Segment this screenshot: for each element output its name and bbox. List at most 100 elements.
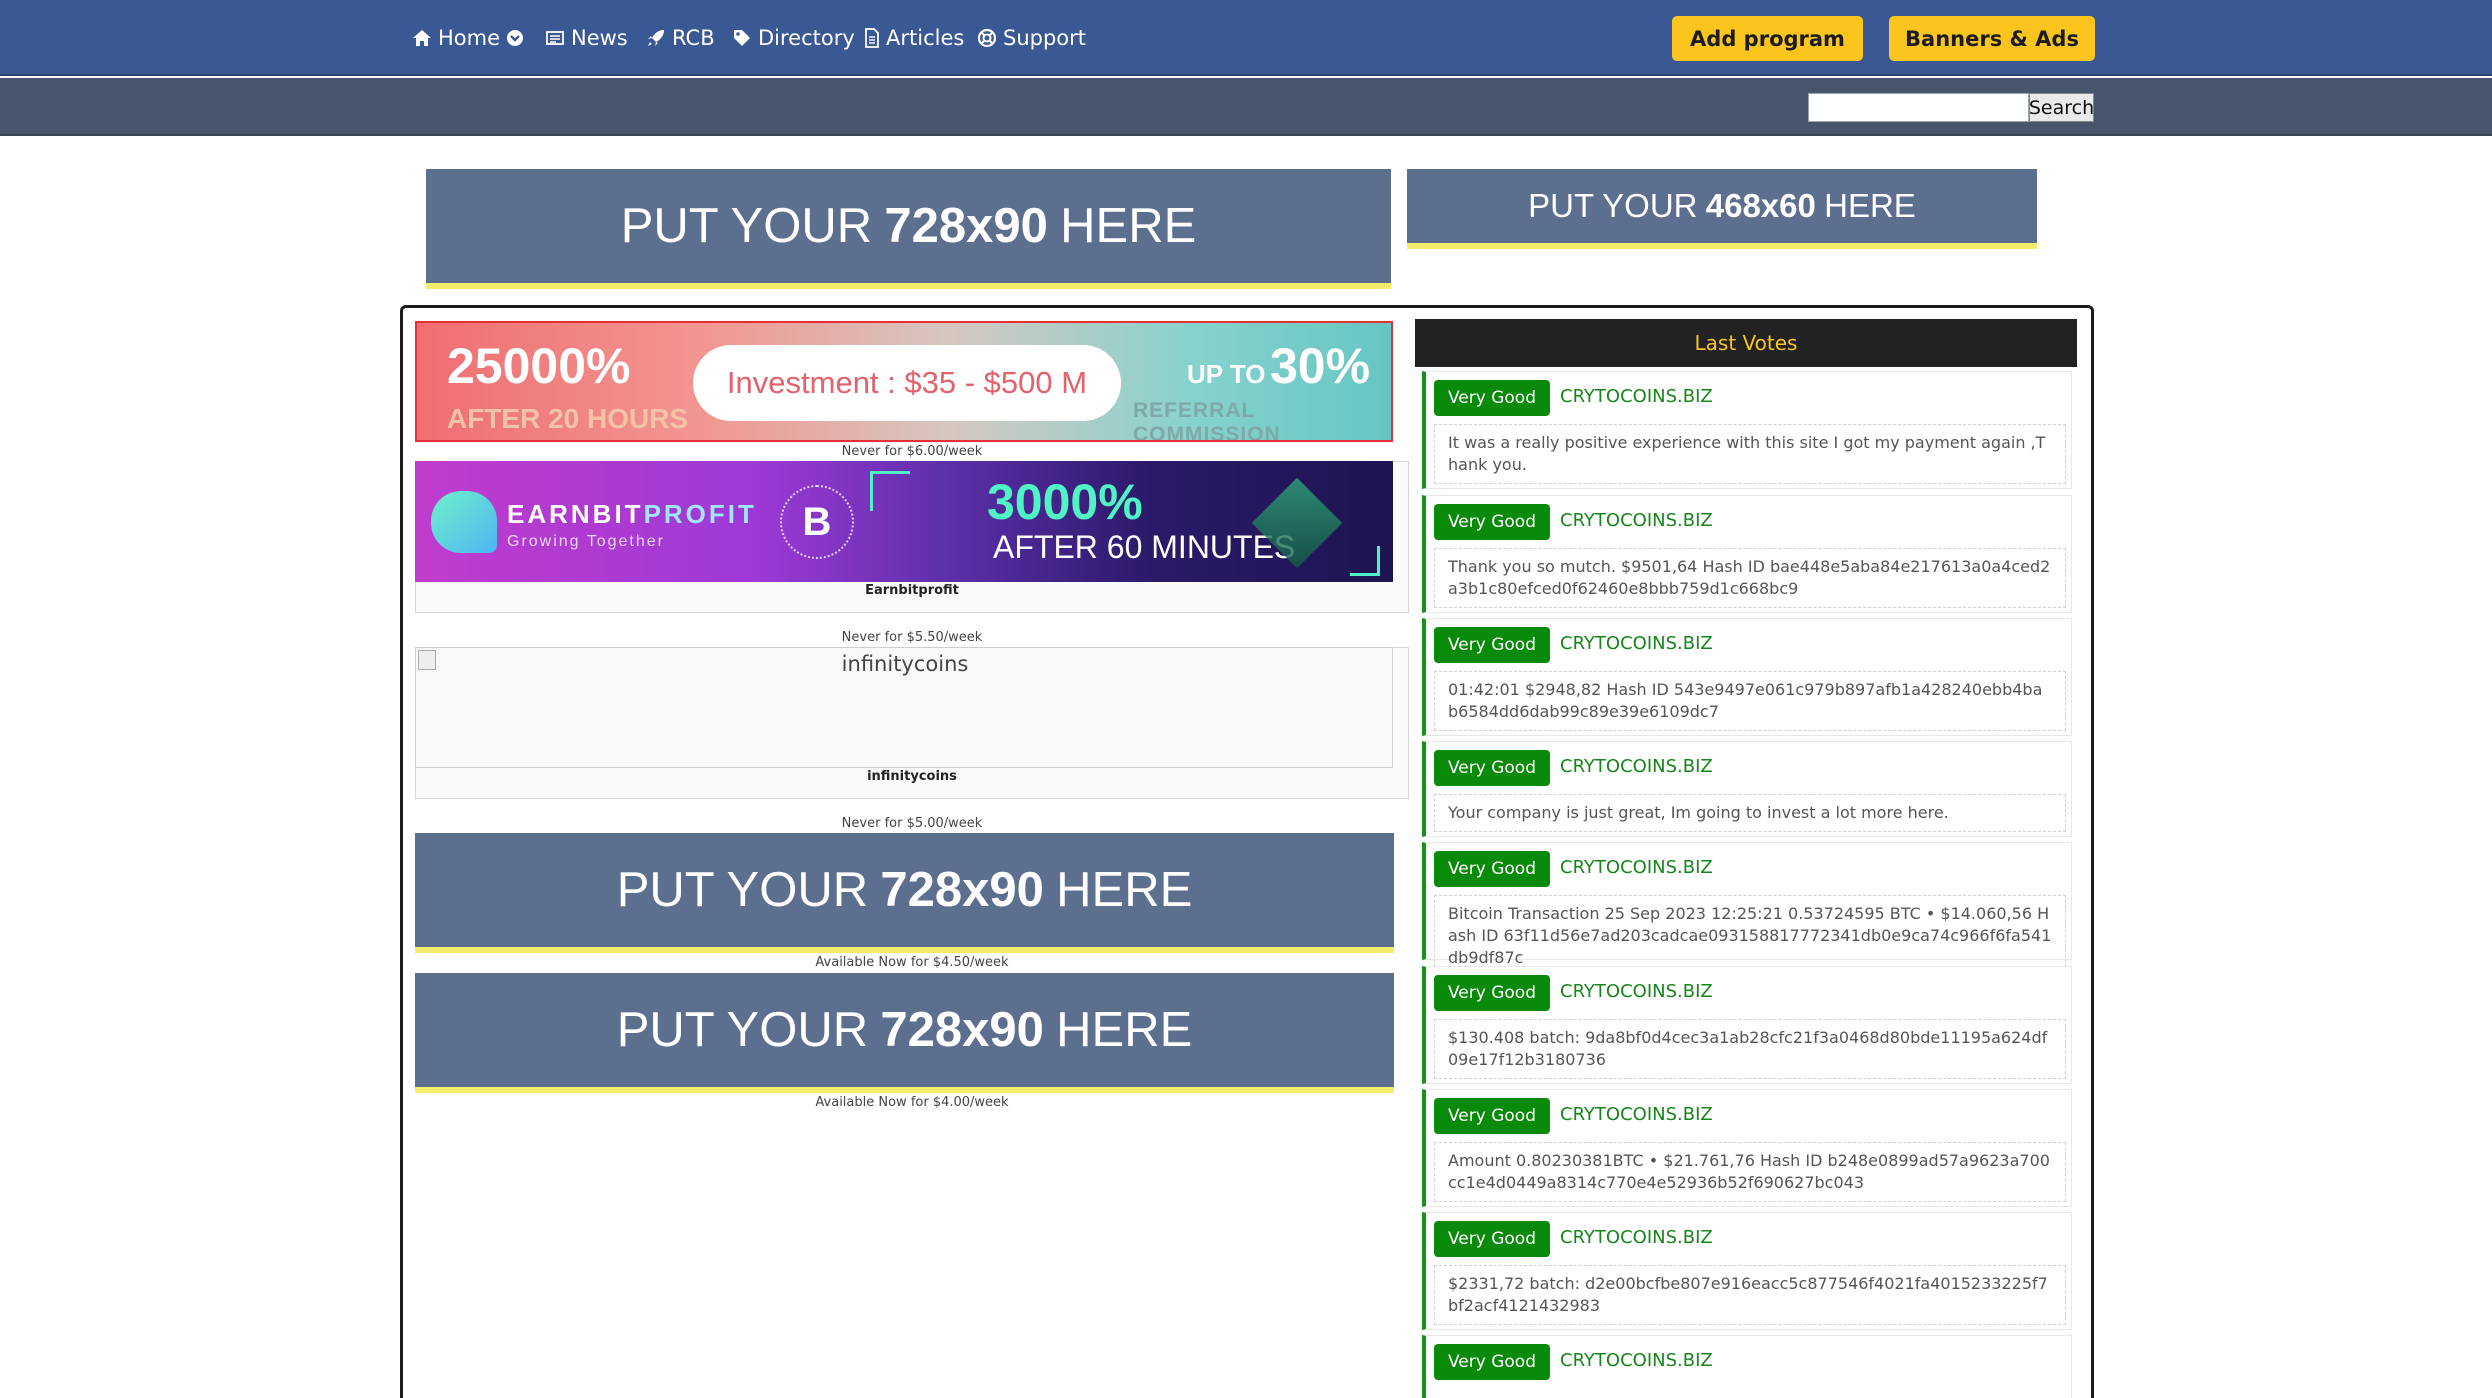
vote-rating-badge: Very Good	[1434, 851, 1550, 887]
nav-support-label: Support	[1003, 26, 1087, 50]
banner-suffix: HERE	[1060, 199, 1197, 253]
vote-rating-badge: Very Good	[1434, 380, 1550, 416]
vote-item: Very Good CRYTOCOINS.BIZ Amount 0.802303…	[1422, 1089, 2072, 1207]
search-bar	[0, 78, 2492, 136]
vote-comment: $2331,72 batch: d2e00bcfbe807e916eacc5c8…	[1434, 1265, 2066, 1325]
ad2-brand-b: PROFIT	[643, 499, 757, 529]
ad3-price: Never for $5.00/week	[841, 816, 983, 831]
ad2-after: AFTER 60 MINUTES	[993, 529, 1296, 565]
nav-support[interactable]: Support	[977, 0, 1086, 76]
banner-size: 728x90	[880, 863, 1044, 917]
ad2-brand-a: EARNBIT	[507, 499, 644, 529]
lifebuoy-icon	[977, 28, 997, 48]
vote-rating-badge: Very Good	[1434, 627, 1550, 663]
vote-item: Very Good CRYTOCOINS.BIZ Thank you so mu…	[1422, 495, 2072, 613]
last-votes-header: Last Votes	[1415, 319, 2077, 367]
nav-directory-label: Directory	[758, 26, 855, 50]
rocket-icon	[646, 28, 666, 48]
slot4-price: Available Now for $4.50/week	[815, 955, 1009, 970]
vote-item: Very Good CRYTOCOINS.BIZ Bitcoin Transac…	[1422, 842, 2072, 977]
vote-site-link[interactable]: CRYTOCOINS.BIZ	[1560, 981, 1713, 1002]
ad3-caption[interactable]: infinitycoins	[415, 769, 1409, 784]
corner-bracket-icon	[870, 471, 910, 511]
add-program-button[interactable]: Add program	[1672, 16, 1863, 61]
ad1-ref-label: REFERRAL COMMISSION	[1133, 399, 1281, 442]
search-button[interactable]: Search	[2029, 93, 2094, 122]
vote-site-link[interactable]: CRYTOCOINS.BIZ	[1560, 1350, 1713, 1371]
vote-item: Very Good CRYTOCOINS.BIZ $130.408 batch:…	[1422, 966, 2072, 1084]
ad1-price: Never for $6.00/week	[841, 444, 983, 459]
vote-site-link[interactable]: CRYTOCOINS.BIZ	[1560, 510, 1713, 531]
ad-banner-infinitycoins[interactable]: infinitycoins	[415, 647, 1393, 768]
ad-banner-crytocoins[interactable]: 25000% AFTER 20 HOURS Investment : $35 -…	[415, 321, 1393, 442]
banner-suffix: HERE	[1056, 1003, 1193, 1057]
vote-comment: Bitcoin Transaction 25 Sep 2023 12:25:21…	[1434, 895, 2066, 977]
home-icon	[412, 28, 432, 48]
vote-item: Very Good CRYTOCOINS.BIZ Your company is…	[1422, 741, 2072, 837]
ad2-percent: 3000%	[987, 474, 1143, 530]
banner-size: 728x90	[880, 1003, 1044, 1057]
ad2-caption[interactable]: Earnbitprofit	[415, 583, 1409, 598]
banner-728x90-slot-5[interactable]: PUT YOUR 728x90 HERE	[415, 973, 1394, 1093]
vote-item: Very Good CRYTOCOINS.BIZ It was a really…	[1422, 371, 2072, 489]
ad1-upto: UP TO 30%	[1187, 337, 1370, 395]
ad1-after: AFTER 20 HOURS	[447, 403, 689, 434]
bitcoin-icon: B	[780, 485, 854, 559]
ad1-percent: 25000%	[447, 338, 631, 394]
vote-rating-badge: Very Good	[1434, 1344, 1550, 1380]
vote-site-link[interactable]: CRYTOCOINS.BIZ	[1560, 386, 1713, 407]
nav-articles[interactable]: Articles	[864, 0, 964, 76]
nav-home-label: Home	[438, 26, 501, 50]
ad1-upto-label: UP TO	[1187, 359, 1266, 389]
ad2-tagline: Growing Together	[507, 533, 665, 550]
vote-comment: Your company is just great, Im going to …	[1434, 794, 2066, 832]
newspaper-icon	[545, 28, 565, 48]
vote-comment: Thank you so mutch. $9501,64 Hash ID bae…	[1434, 548, 2066, 608]
top-navigation-bar	[0, 0, 2492, 76]
banner-prefix: PUT YOUR	[1528, 187, 1698, 224]
banner-728x90-slot-4[interactable]: PUT YOUR 728x90 HERE	[415, 833, 1394, 953]
vote-site-link[interactable]: CRYTOCOINS.BIZ	[1560, 756, 1713, 777]
banner-prefix: PUT YOUR	[616, 863, 869, 917]
corner-bracket-icon	[1350, 546, 1380, 576]
banners-ads-button[interactable]: Banners & Ads	[1889, 16, 2095, 61]
vote-comment: It was a really positive experience with…	[1434, 424, 2066, 484]
vote-rating-badge: Very Good	[1434, 1221, 1550, 1257]
nav-home[interactable]: Home	[412, 0, 524, 76]
banner-prefix: PUT YOUR	[616, 1003, 869, 1057]
nav-news[interactable]: News	[545, 0, 628, 76]
ad1-investment: Investment : $35 - $500 M	[693, 345, 1121, 421]
document-icon	[864, 28, 880, 48]
banner-suffix: HERE	[1056, 863, 1193, 917]
vote-comment: $130.408 batch: 9da8bf0d4cec3a1ab28cfc21…	[1434, 1019, 2066, 1079]
nav-rcb[interactable]: RCB	[646, 0, 715, 76]
ad1-ref-percent: 30%	[1269, 338, 1371, 394]
ad2-price: Never for $5.50/week	[841, 630, 983, 645]
nav-directory[interactable]: Directory	[732, 0, 855, 76]
vote-rating-badge: Very Good	[1434, 975, 1550, 1011]
earnbitprofit-logo-icon	[431, 491, 497, 553]
vote-rating-badge: Very Good	[1434, 1098, 1550, 1134]
banner-size: 728x90	[884, 199, 1048, 253]
vote-site-link[interactable]: CRYTOCOINS.BIZ	[1560, 857, 1713, 878]
ad-banner-earnbitprofit[interactable]: EARNBITPROFIT Growing Together B 3000% A…	[415, 461, 1393, 582]
banner-prefix: PUT YOUR	[620, 199, 873, 253]
vote-comment: Amount 0.80230381BTC • $21.761,76 Hash I…	[1434, 1142, 2066, 1202]
banner-728x90-top[interactable]: PUT YOUR 728x90 HERE	[426, 169, 1391, 289]
vote-item: Very Good CRYTOCOINS.BIZ 01:42:01 $2948,…	[1422, 618, 2072, 736]
vote-comment: 01:42:01 $2948,82 Hash ID 543e9497e061c9…	[1434, 671, 2066, 731]
banner-suffix: HERE	[1824, 187, 1916, 224]
search-input[interactable]	[1808, 93, 2029, 122]
slot5-price: Available Now for $4.00/week	[815, 1095, 1009, 1110]
vote-rating-badge: Very Good	[1434, 750, 1550, 786]
banner-size: 468x60	[1705, 187, 1816, 224]
vote-rating-badge: Very Good	[1434, 504, 1550, 540]
nav-news-label: News	[571, 26, 628, 50]
banner-468x60-top[interactable]: PUT YOUR 468x60 HERE	[1407, 169, 2037, 249]
tags-icon	[732, 28, 752, 48]
vote-site-link[interactable]: CRYTOCOINS.BIZ	[1560, 1227, 1713, 1248]
vote-site-link[interactable]: CRYTOCOINS.BIZ	[1560, 1104, 1713, 1125]
vote-item: Very Good CRYTOCOINS.BIZ $2331,72 batch:…	[1422, 1212, 2072, 1330]
vote-site-link[interactable]: CRYTOCOINS.BIZ	[1560, 633, 1713, 654]
nav-rcb-label: RCB	[672, 26, 715, 50]
